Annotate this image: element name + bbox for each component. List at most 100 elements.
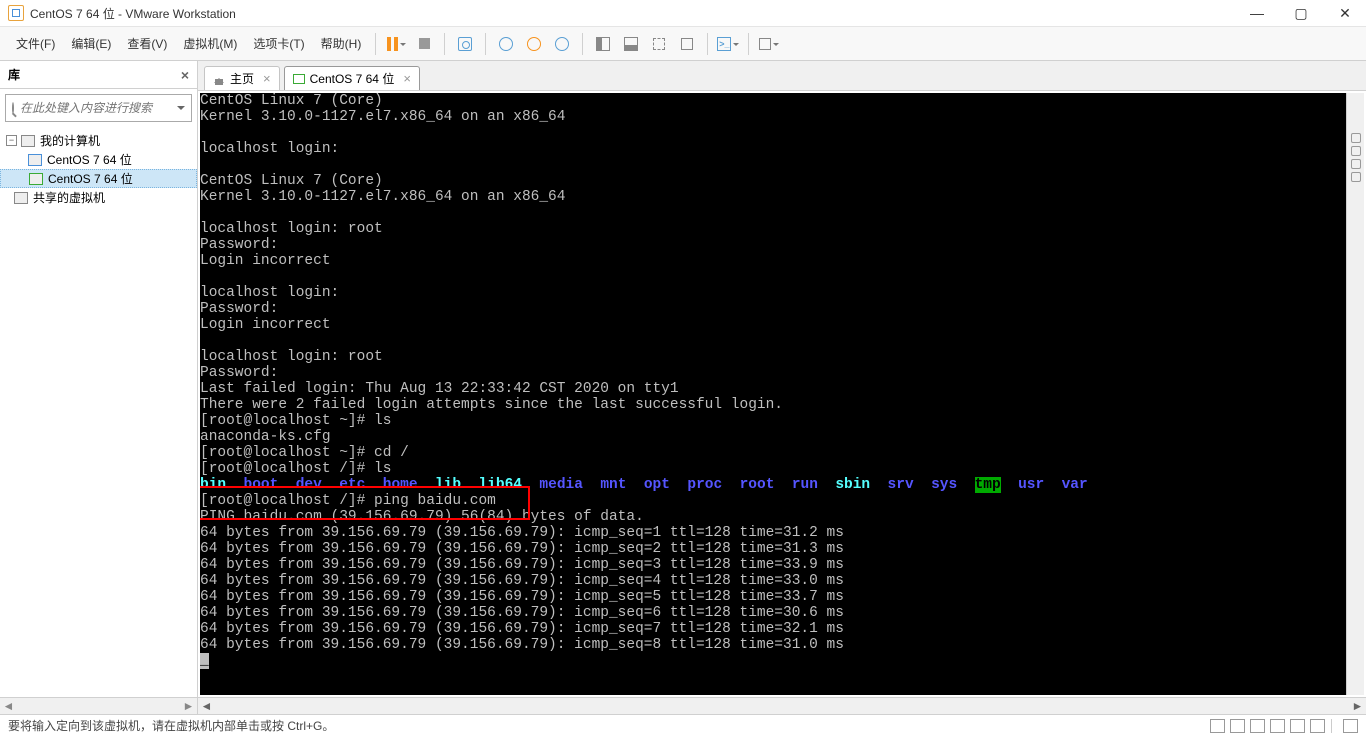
sidebar-scrollbar[interactable]: ◄ ► xyxy=(0,697,197,714)
unity-button[interactable] xyxy=(758,33,780,55)
horizontal-scrollbar[interactable]: ◄ ► xyxy=(198,697,1366,714)
tab-close-button[interactable]: × xyxy=(403,71,411,86)
terminal[interactable]: CentOS Linux 7 (Core) Kernel 3.10.0-1127… xyxy=(200,93,1346,695)
stop-button[interactable] xyxy=(413,33,435,55)
tree-label: 共享的虚拟机 xyxy=(33,189,105,206)
status-disk-icon[interactable] xyxy=(1210,719,1225,733)
quickbar-item[interactable] xyxy=(1351,146,1361,156)
status-text: 要将输入定向到该虚拟机，请在虚拟机内部单击或按 Ctrl+G。 xyxy=(8,717,334,734)
snapshot-button[interactable] xyxy=(454,33,476,55)
console-icon: >_ xyxy=(717,37,731,51)
sidebar-header: 库 × xyxy=(0,61,197,89)
stretch-icon xyxy=(653,38,665,50)
tree-node-my-computer[interactable]: − 我的计算机 xyxy=(0,131,197,150)
layout-sidebar-button[interactable] xyxy=(592,33,614,55)
tab-home[interactable]: 主页 × xyxy=(204,66,280,90)
quickbar-item[interactable] xyxy=(1351,159,1361,169)
scroll-left-button[interactable]: ◄ xyxy=(198,699,215,714)
status-sound-icon[interactable] xyxy=(1290,719,1305,733)
snapshot-revert-button[interactable] xyxy=(523,33,545,55)
computer-icon xyxy=(21,135,35,147)
window-controls: — ▢ ✕ xyxy=(1244,3,1358,23)
stretch-button[interactable] xyxy=(648,33,670,55)
quickbar-item[interactable] xyxy=(1351,172,1361,182)
separator xyxy=(444,33,445,55)
vm-tab-icon xyxy=(293,74,305,84)
tree-label: CentOS 7 64 位 xyxy=(47,151,132,168)
shared-icon xyxy=(14,192,28,204)
tab-bar: 主页 × CentOS 7 64 位 × xyxy=(198,61,1366,91)
clock-icon xyxy=(499,37,513,51)
sidebar-title: 库 xyxy=(8,66,20,83)
console-button[interactable]: >_ xyxy=(717,33,739,55)
tab-label: 主页 xyxy=(230,70,254,87)
quickbar-item[interactable] xyxy=(1351,133,1361,143)
quickbar xyxy=(1346,93,1364,695)
separator xyxy=(375,33,376,55)
content-area: 主页 × CentOS 7 64 位 × CentOS Linux 7 (Cor… xyxy=(198,61,1366,714)
statusbar: 要将输入定向到该虚拟机，请在虚拟机内部单击或按 Ctrl+G。 xyxy=(0,714,1366,736)
scroll-right-button[interactable]: ► xyxy=(1349,699,1366,714)
window-title: CentOS 7 64 位 - VMware Workstation xyxy=(30,5,1244,22)
tree-node-vm1[interactable]: CentOS 7 64 位 xyxy=(0,150,197,169)
search-dropdown[interactable] xyxy=(177,106,185,114)
minimize-button[interactable]: — xyxy=(1244,3,1270,23)
sidebar-close-button[interactable]: × xyxy=(181,67,189,83)
library-tree: − 我的计算机 CentOS 7 64 位 CentOS 7 64 位 共享的虚… xyxy=(0,127,197,697)
menu-view[interactable]: 查看(V) xyxy=(119,31,175,56)
tree-label: 我的计算机 xyxy=(40,132,100,149)
sidebar: 库 × − 我的计算机 CentOS 7 64 位 CentOS 7 64 位 xyxy=(0,61,198,714)
pause-icon xyxy=(387,37,398,51)
menu-help[interactable]: 帮助(H) xyxy=(313,31,370,56)
layout-bottom-button[interactable] xyxy=(620,33,642,55)
home-icon xyxy=(213,73,225,85)
tab-vm[interactable]: CentOS 7 64 位 × xyxy=(284,66,420,90)
collapse-icon[interactable]: − xyxy=(6,135,17,146)
search-input[interactable] xyxy=(20,101,177,115)
vm-icon xyxy=(28,154,42,166)
search-icon xyxy=(12,102,14,114)
app-icon xyxy=(8,5,24,21)
separator xyxy=(485,33,486,55)
menu-file[interactable]: 文件(F) xyxy=(8,31,63,56)
scroll-right-button[interactable]: ► xyxy=(180,698,197,714)
titlebar: CentOS 7 64 位 - VMware Workstation — ▢ ✕ xyxy=(0,0,1366,27)
separator xyxy=(707,33,708,55)
menu-edit[interactable]: 编辑(E) xyxy=(63,31,119,56)
clock-revert-icon xyxy=(527,37,541,51)
separator xyxy=(748,33,749,55)
clock-manage-icon xyxy=(555,37,569,51)
menubar: 文件(F) 编辑(E) 查看(V) 虚拟机(M) 选项卡(T) 帮助(H) >_ xyxy=(0,27,1366,61)
status-printer-icon[interactable] xyxy=(1270,719,1285,733)
snapshot-take-button[interactable] xyxy=(495,33,517,55)
terminal-wrapper: CentOS Linux 7 (Core) Kernel 3.10.0-1127… xyxy=(198,91,1366,697)
tab-close-button[interactable]: × xyxy=(263,71,271,86)
tree-node-shared[interactable]: 共享的虚拟机 xyxy=(0,188,197,207)
snapshot-manage-button[interactable] xyxy=(551,33,573,55)
maximize-button[interactable]: ▢ xyxy=(1288,3,1314,23)
stop-icon xyxy=(419,38,430,49)
pause-button[interactable] xyxy=(385,33,407,55)
status-network-icon[interactable] xyxy=(1250,719,1265,733)
close-button[interactable]: ✕ xyxy=(1332,3,1358,23)
main-area: 库 × − 我的计算机 CentOS 7 64 位 CentOS 7 64 位 xyxy=(0,61,1366,714)
tab-label: CentOS 7 64 位 xyxy=(310,70,395,87)
layout-bottom-icon xyxy=(624,37,638,51)
status-usb-icon[interactable] xyxy=(1310,719,1325,733)
tree-node-vm2[interactable]: CentOS 7 64 位 xyxy=(0,169,197,188)
vm-running-icon xyxy=(29,173,43,185)
fullscreen-button[interactable] xyxy=(676,33,698,55)
fullscreen-icon xyxy=(681,38,693,50)
separator xyxy=(582,33,583,55)
camera-icon xyxy=(458,37,472,51)
status-message-icon[interactable] xyxy=(1343,719,1358,733)
menu-tabs[interactable]: 选项卡(T) xyxy=(245,31,312,56)
unity-icon xyxy=(759,38,771,50)
sidebar-search[interactable] xyxy=(5,94,192,122)
scroll-left-button[interactable]: ◄ xyxy=(0,698,17,714)
tree-label: CentOS 7 64 位 xyxy=(48,170,133,187)
layout-sidebar-icon xyxy=(596,37,610,51)
status-cd-icon[interactable] xyxy=(1230,719,1245,733)
separator xyxy=(1331,719,1332,733)
menu-vm[interactable]: 虚拟机(M) xyxy=(175,31,245,56)
